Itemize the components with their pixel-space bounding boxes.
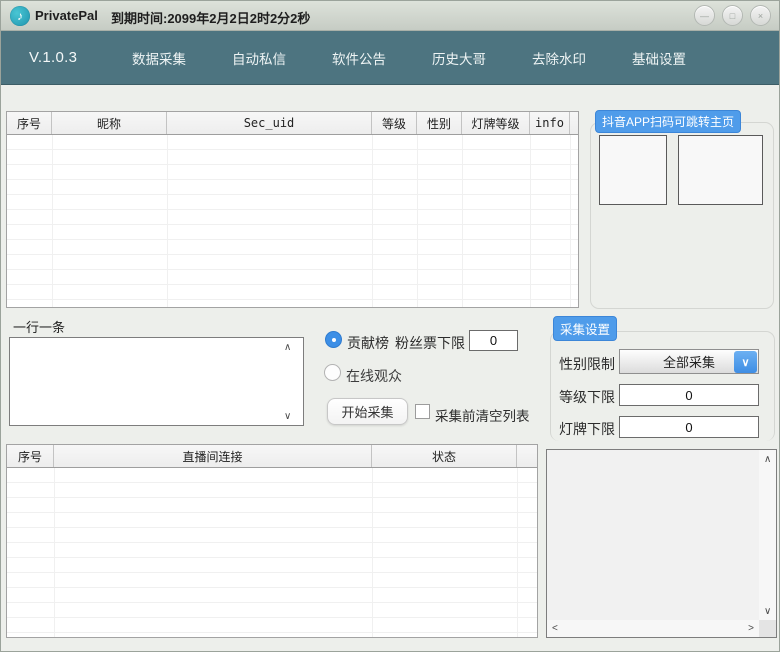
grid-line [372,468,373,637]
level-limit-label: 等级下限 [559,389,615,405]
grid-line [52,135,53,307]
nav-item-announcement[interactable]: 软件公告 [332,48,432,68]
nav-item-data-collect[interactable]: 数据采集 [132,48,232,68]
users-col-index[interactable]: 序号 [7,112,52,134]
gender-limit-select[interactable]: 全部采集 ∨ [619,349,759,374]
users-col-filler [570,112,578,134]
qr-code-placeholder-2 [678,135,763,205]
grid-line [417,135,418,307]
music-note-glyph: ♪ [17,9,23,23]
scroll-down-icon[interactable]: ∨ [764,606,771,617]
fans-ticket-label: 粉丝票下限 [395,335,465,351]
version-label: V.1.0.3 [29,49,78,66]
rooms-table: 序号 直播间连接 状态 [6,444,538,638]
grid-line [462,135,463,307]
close-icon: × [757,10,764,21]
app-logo-icon: ♪ [10,6,30,26]
users-col-level[interactable]: 等级 [372,112,417,134]
clear-checkbox-label: 采集前清空列表 [435,409,530,424]
qr-group-label: 抖音APP扫码可跳转主页 [595,110,742,133]
room-links-textarea[interactable] [9,337,304,426]
clear-before-collect-checkbox[interactable] [415,404,430,419]
fans-ticket-input[interactable] [469,330,518,351]
minimize-icon: — [700,10,709,21]
grid-line [517,468,518,637]
close-button[interactable]: × [750,5,771,26]
radio-contribution-rank[interactable] [325,331,342,348]
titlebar: ♪ PrivatePal 到期时间:2099年2月2日2时2分2秒 — □ × [1,1,779,31]
users-table-header: 序号 昵称 Sec_uid 等级 性别 灯牌等级 info [7,112,578,135]
users-col-gender[interactable]: 性别 [417,112,462,134]
users-table: 序号 昵称 Sec_uid 等级 性别 灯牌等级 info [6,111,579,308]
nav-bar: V.1.0.3 数据采集 自动私信 软件公告 历史大哥 去除水印 基础设置 [1,31,779,85]
app-title: PrivatePal [35,8,98,23]
gender-limit-label: 性别限制 [559,356,615,372]
rooms-table-body[interactable] [7,468,537,637]
users-col-nickname[interactable]: 昵称 [52,112,167,134]
textarea-scroll-up-icon[interactable]: ∧ [284,343,291,353]
collect-settings-label: 采集设置 [553,316,618,341]
app-window: ♪ PrivatePal 到期时间:2099年2月2日2时2分2秒 — □ × … [0,0,780,652]
expiry-text: 到期时间:2099年2月2日2时2分2秒 [111,11,311,26]
radio-online-label: 在线观众 [346,368,402,384]
gender-limit-value: 全部采集 [662,355,715,370]
users-col-secuid[interactable]: Sec_uid [167,112,372,134]
minimize-button[interactable]: — [694,5,715,26]
grid-line [54,468,55,637]
grid-line [167,135,168,307]
nav-item-auto-message[interactable]: 自动私信 [232,48,332,68]
grid-line [372,135,373,307]
radio-contribution-label: 贡献榜 [347,335,389,351]
scroll-up-icon[interactable]: ∧ [764,454,771,465]
rooms-col-link[interactable]: 直播间连接 [54,445,372,467]
lamp-limit-input[interactable] [619,416,759,438]
window-controls: — □ × [694,5,771,26]
dropdown-chevron-icon[interactable]: ∨ [734,351,757,373]
users-table-body[interactable] [7,135,578,307]
users-col-lamp[interactable]: 灯牌等级 [462,112,530,134]
level-limit-input[interactable] [619,384,759,406]
lines-input-label: 一行一条 [13,320,66,335]
horizontal-scrollbar[interactable]: < > [547,620,759,637]
scroll-right-icon[interactable]: > [748,623,754,634]
users-col-info[interactable]: info [530,112,570,134]
scrollbar-corner [759,620,776,637]
rooms-table-header: 序号 直播间连接 状态 [7,445,537,468]
maximize-icon: □ [729,10,736,21]
start-collect-button[interactable]: 开始采集 [327,398,408,425]
log-panel[interactable]: ∧ ∨ < > [546,449,777,638]
vertical-scrollbar[interactable]: ∧ ∨ [759,450,776,620]
nav-item-history[interactable]: 历史大哥 [432,48,532,68]
scroll-left-icon[interactable]: < [552,623,558,634]
nav-item-watermark-remove[interactable]: 去除水印 [532,48,632,68]
nav-item-basic-settings[interactable]: 基础设置 [632,48,732,68]
radio-online-viewers[interactable] [324,364,341,381]
rooms-col-index[interactable]: 序号 [7,445,54,467]
qr-code-placeholder-1 [599,135,667,205]
grid-line [530,135,531,307]
maximize-button[interactable]: □ [722,5,743,26]
rooms-col-status[interactable]: 状态 [372,445,517,467]
nav-items: 数据采集 自动私信 软件公告 历史大哥 去除水印 基础设置 [132,31,732,84]
rooms-col-filler [517,445,537,467]
grid-line [570,135,571,307]
textarea-scroll-down-icon[interactable]: ∨ [284,412,291,422]
lamp-limit-label: 灯牌下限 [559,421,615,437]
